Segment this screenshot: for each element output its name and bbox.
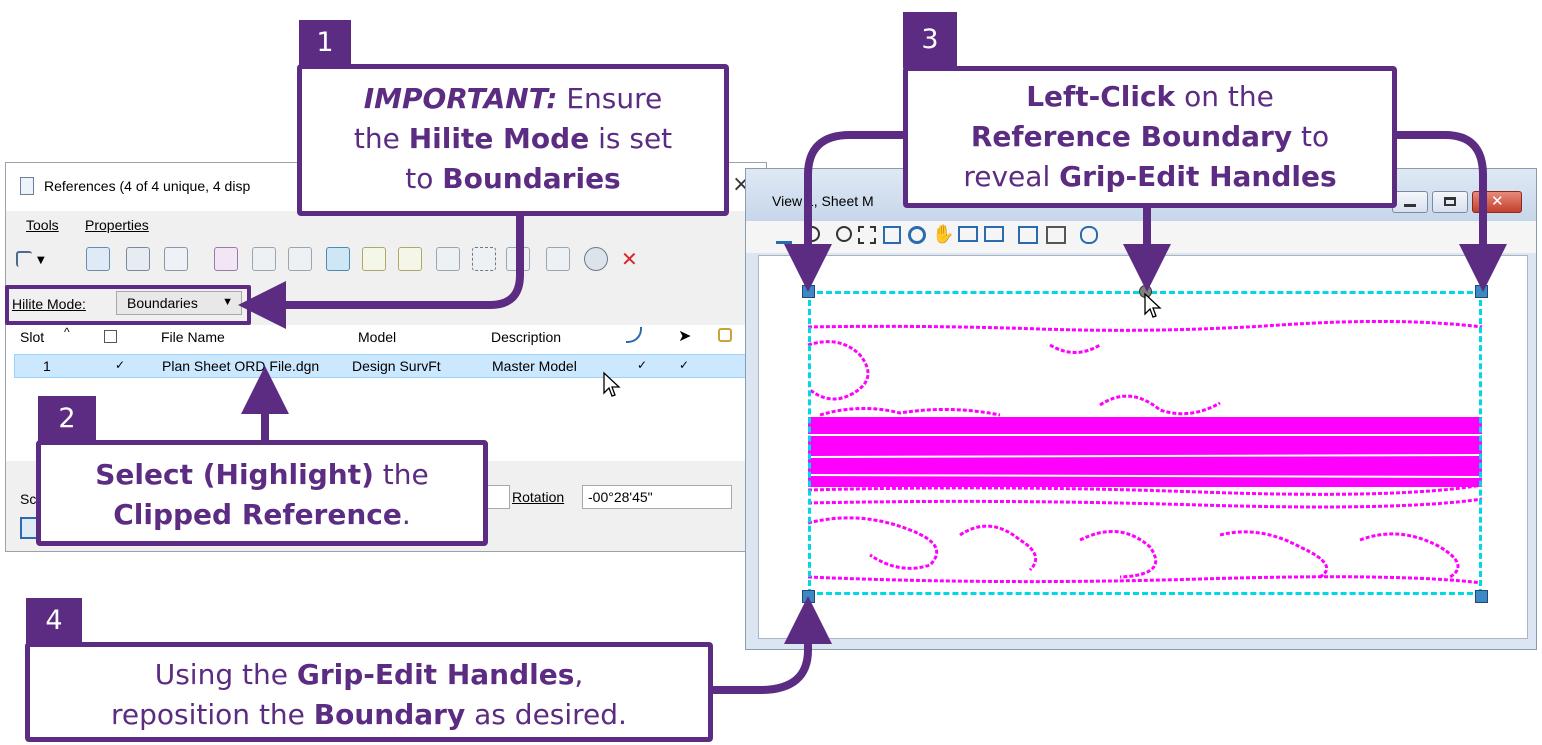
callout-step-4: Using the Grip-Edit Handles, reposition …: [25, 642, 713, 742]
callout-step-3: Left-Click on the Reference Boundary to …: [903, 66, 1397, 208]
step-number-1: 1: [299, 20, 351, 66]
step-number-4: 4: [26, 598, 82, 644]
step-number-3: 3: [903, 12, 957, 68]
callout-step-2: Select (Highlight) the Clipped Reference…: [36, 440, 488, 546]
callout-step-1: IMPORTANT: Ensure the Hilite Mode is set…: [297, 64, 729, 216]
step-number-2: 2: [38, 396, 96, 442]
callout-1-important: IMPORTANT:: [363, 82, 558, 115]
